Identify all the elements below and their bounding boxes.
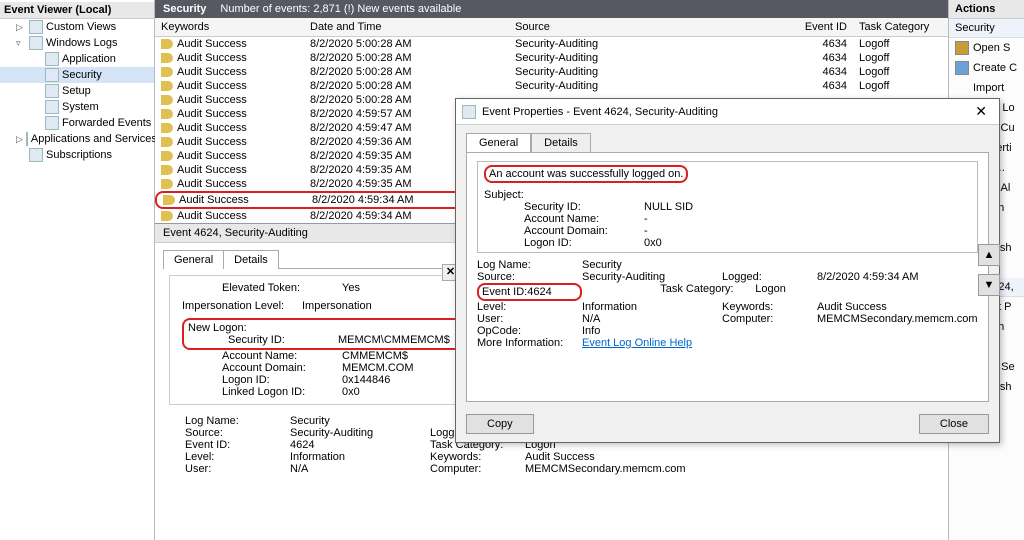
- col-eventid[interactable]: Event ID: [803, 21, 853, 33]
- dialog-tab-details[interactable]: Details: [531, 133, 591, 152]
- event-row[interactable]: Audit Success8/2/2020 5:00:28 AMSecurity…: [155, 51, 948, 65]
- grid-header: Keywords Date and Time Source Event ID T…: [155, 18, 948, 37]
- close-button[interactable]: Close: [919, 414, 989, 434]
- tree-item[interactable]: ▷Custom Views: [0, 19, 154, 35]
- log-subtitle: Number of events: 2,871 (!) New events a…: [220, 3, 461, 15]
- dialog-icon: [462, 105, 476, 119]
- tree-item[interactable]: Subscriptions: [0, 147, 154, 163]
- tree-item[interactable]: Forwarded Events: [0, 115, 154, 131]
- actions-section-security: Security: [949, 19, 1024, 38]
- tree-item[interactable]: ▷Applications and Services Lo: [0, 131, 154, 147]
- tree-item[interactable]: System: [0, 99, 154, 115]
- event-message: An account was successfully logged on.: [484, 165, 688, 183]
- online-help-link[interactable]: Event Log Online Help: [582, 337, 692, 349]
- dialog-title-text: Event Properties - Event 4624, Security-…: [482, 106, 718, 118]
- event-row[interactable]: Audit Success8/2/2020 5:00:28 AMSecurity…: [155, 37, 948, 51]
- tree-header: Event Viewer (Local): [0, 2, 154, 19]
- prev-event-button[interactable]: ▲: [978, 244, 1000, 266]
- event-row[interactable]: Audit Success8/2/2020 5:00:28 AMSecurity…: [155, 65, 948, 79]
- next-event-button[interactable]: ▼: [978, 274, 1000, 296]
- tree-item[interactable]: Application: [0, 51, 154, 67]
- action-item[interactable]: Open S: [949, 38, 1024, 58]
- tab-general[interactable]: General: [163, 250, 224, 269]
- actions-header: Actions: [949, 0, 1024, 19]
- col-date[interactable]: Date and Time: [310, 21, 515, 33]
- dialog-titlebar[interactable]: Event Properties - Event 4624, Security-…: [456, 99, 999, 125]
- close-icon[interactable]: ✕: [969, 103, 993, 120]
- copy-button[interactable]: Copy: [466, 414, 534, 434]
- tab-details[interactable]: Details: [223, 250, 279, 269]
- navigation-tree: Event Viewer (Local) ▷Custom Views▿Windo…: [0, 0, 155, 540]
- tree-item[interactable]: Security: [0, 67, 154, 83]
- col-keywords[interactable]: Keywords: [155, 21, 310, 33]
- event-row[interactable]: Audit Success8/2/2020 5:00:28 AMSecurity…: [155, 79, 948, 93]
- action-item[interactable]: Create C: [949, 58, 1024, 78]
- dialog-tab-general[interactable]: General: [466, 133, 531, 152]
- action-item[interactable]: Import: [949, 78, 1024, 98]
- col-task[interactable]: Task Category: [853, 21, 948, 33]
- event-properties-dialog: Event Properties - Event 4624, Security-…: [455, 98, 1000, 443]
- tree-item[interactable]: ▿Windows Logs: [0, 35, 154, 51]
- col-source[interactable]: Source: [515, 21, 803, 33]
- log-header: Security Number of events: 2,871 (!) New…: [155, 0, 948, 18]
- tree-item[interactable]: Setup: [0, 83, 154, 99]
- log-title: Security: [163, 3, 206, 15]
